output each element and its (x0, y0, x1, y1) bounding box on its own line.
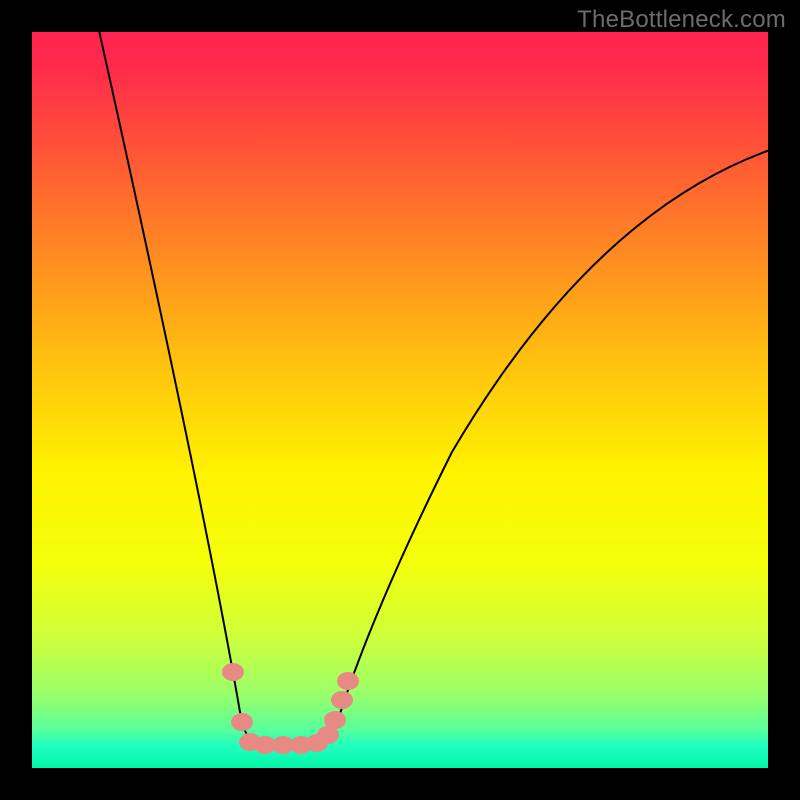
plot-area (32, 32, 768, 768)
pink-marker (331, 691, 353, 709)
pink-marker (337, 672, 359, 690)
chart-frame: TheBottleneck.com (0, 0, 800, 800)
pink-marker (222, 663, 244, 681)
pink-marker (324, 711, 346, 729)
chart-svg (32, 32, 768, 768)
watermark-text: TheBottleneck.com (577, 6, 786, 34)
chart-background (32, 32, 768, 768)
pink-marker (231, 713, 253, 731)
